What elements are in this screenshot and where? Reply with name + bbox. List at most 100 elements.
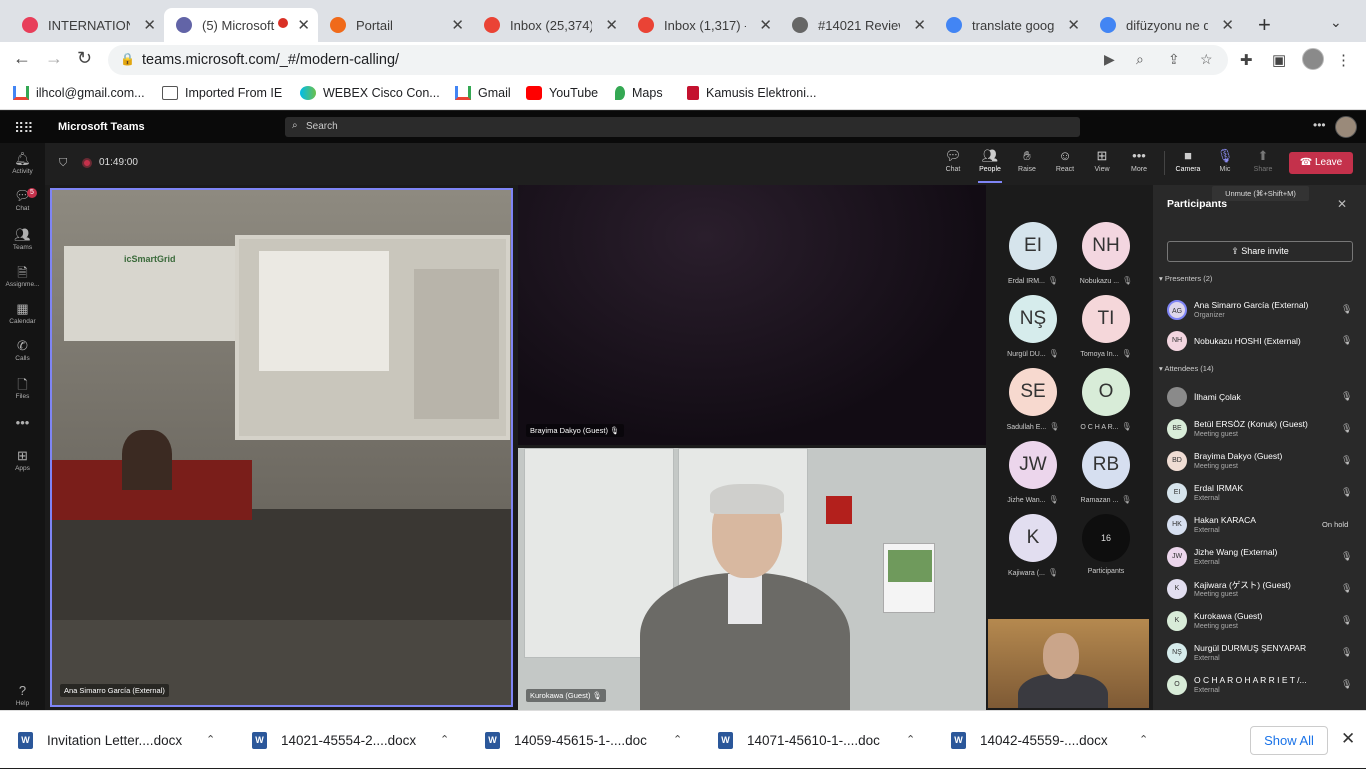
browser-menu-icon[interactable]: ⋮ <box>1336 51 1351 69</box>
address-bar[interactable]: 🔒 teams.microsoft.com/_#/modern-calling/… <box>108 45 1228 75</box>
lock-icon[interactable]: 🔒 <box>120 52 135 66</box>
attendees-section-toggle[interactable]: ▾ Attendees (14) <box>1159 364 1214 373</box>
browser-tab[interactable]: Inbox (1,317) - ✕ <box>626 8 780 42</box>
rail-item-more[interactable]: ••• <box>0 415 45 430</box>
close-icon[interactable]: ✕ <box>1341 729 1355 749</box>
chat-button[interactable]: 💬︎ Chat <box>935 148 971 173</box>
chevron-up-icon[interactable]: ⌃ <box>1139 733 1148 746</box>
participant-row[interactable]: K Kajiwara (ゲスト) (Guest) Meeting guest 🎙︎ <box>1167 576 1357 606</box>
participant-row[interactable]: O O C H A R O H A R R I E T /... External 🎙… <box>1167 672 1357 702</box>
participant-row[interactable]: NH Nobukazu HOSHI (External) 🎙︎ <box>1167 328 1357 358</box>
share-invite-button[interactable]: ⇪ Share invite <box>1167 241 1353 262</box>
url-text[interactable]: teams.microsoft.com/_#/modern-calling/ <box>142 52 399 68</box>
settings-more-icon[interactable]: ••• <box>1313 118 1326 132</box>
participant-tile[interactable]: NH Nobukazu ... 🎙︎ <box>1076 222 1136 285</box>
participant-row[interactable]: JW Jizhe Wang (External) External 🎙︎ <box>1167 544 1357 574</box>
presenters-section-toggle[interactable]: ▾ Presenters (2) <box>1159 274 1212 283</box>
browser-tab[interactable]: translate google ✕ <box>934 8 1088 42</box>
participant-row[interactable]: NŞ Nurgül DURMUŞ ŞENYAPAR External 🎙︎ <box>1167 640 1357 670</box>
leave-button[interactable]: ☎ Leave <box>1289 152 1353 174</box>
participant-row[interactable]: İlhami Çolak 🎙︎ <box>1167 384 1357 414</box>
close-tab-icon[interactable]: ✕ <box>605 16 618 34</box>
self-view[interactable] <box>988 619 1149 708</box>
close-tab-icon[interactable]: ✕ <box>451 16 464 34</box>
share-icon[interactable]: ⇪ <box>1168 51 1180 68</box>
rail-item-assignments[interactable]: 🗎 Assignme... <box>0 264 45 288</box>
camera-button[interactable]: ■ Camera <box>1170 148 1206 173</box>
share-button[interactable]: ⬆ Share <box>1245 148 1281 173</box>
participant-tile[interactable]: TI Tomoya In... 🎙︎ <box>1076 295 1136 358</box>
participant-row[interactable]: AG Ana Simarro García (External) Organizer… <box>1167 297 1357 327</box>
rail-item-phone[interactable]: ✆ Calls <box>0 338 45 362</box>
new-tab-button[interactable]: + <box>1258 12 1271 38</box>
participant-row[interactable]: HK Hakan KARACA External On hold <box>1167 512 1357 542</box>
reload-icon[interactable]: ↻ <box>77 48 92 69</box>
participant-tile[interactable]: O O C H A R... 🎙︎ <box>1076 368 1136 431</box>
back-arrow-icon[interactable]: ← <box>13 48 31 69</box>
close-tab-icon[interactable]: ✕ <box>1221 16 1234 34</box>
people-button[interactable]: 👥︎ People <box>972 148 1008 183</box>
download-item[interactable]: W Invitation Letter....docx ⌃ <box>18 711 243 769</box>
rail-item-teams[interactable]: 👥︎ Teams <box>0 227 45 251</box>
view-button[interactable]: ⊞ View <box>1084 148 1120 173</box>
react-button[interactable]: ☺ React <box>1047 148 1083 173</box>
download-item[interactable]: W 14059-45615-1-....doc ⌃ <box>485 711 710 769</box>
close-tab-icon[interactable]: ✕ <box>913 16 926 34</box>
browser-tab[interactable]: Inbox (25,374) ✕ <box>472 8 626 42</box>
rail-item-calendar[interactable]: ▦ Calendar <box>0 301 45 325</box>
participant-row[interactable]: BE Betül ERSÖZ (Konuk) (Guest) Meeting gue… <box>1167 416 1357 446</box>
profile-avatar[interactable] <box>1302 48 1324 70</box>
bookmark-webex[interactable]: WEBEX Cisco Con... <box>300 86 440 100</box>
participant-count[interactable]: 16 Participants <box>1076 514 1136 575</box>
forward-arrow-icon[interactable]: → <box>45 48 63 69</box>
chevron-up-icon[interactable]: ⌃ <box>673 733 682 746</box>
bookmark-youtube[interactable]: YouTube <box>526 86 598 100</box>
bookmark-imported-from-ie[interactable]: Imported From IE <box>162 86 282 100</box>
sidepanel-icon[interactable]: ▣ <box>1272 51 1286 69</box>
close-tab-icon[interactable]: ✕ <box>143 16 156 34</box>
rail-item-bell[interactable]: 🔔︎ Activity <box>0 151 45 175</box>
browser-tab[interactable]: INTERNATIONAL ✕ <box>10 8 164 42</box>
rail-item-apps[interactable]: ⊞ Apps <box>0 448 45 472</box>
video-tile-main[interactable]: icSmartGrid Ana Simarro García (External… <box>50 188 513 707</box>
participant-tile[interactable]: NŞ Nurgül DU... 🎙︎ <box>1003 295 1063 358</box>
bookmark-gmail[interactable]: Gmail <box>455 86 511 100</box>
extensions-icon[interactable]: ✚ <box>1240 51 1253 69</box>
chevron-up-icon[interactable]: ⌃ <box>206 733 215 746</box>
user-avatar[interactable] <box>1335 116 1357 138</box>
browser-tab[interactable]: #14021 Review ✕ <box>780 8 934 42</box>
browser-tab[interactable]: difüzyonu ne de ✕ <box>1088 8 1242 42</box>
rail-item-help[interactable]: ? Help <box>0 683 45 707</box>
zoom-icon[interactable]: ⌕ <box>1136 51 1144 68</box>
bookmark-maps[interactable]: Maps <box>615 86 663 100</box>
browser-tab[interactable]: Portail ✕ <box>318 8 472 42</box>
search-input[interactable]: ⌕ Search <box>285 117 1080 137</box>
bookmark-gmail-account[interactable]: ilhcol@gmail.com... <box>13 86 145 100</box>
raise-hand-button[interactable]: ✋︎ Raise <box>1009 148 1045 173</box>
download-item[interactable]: W 14042-45559-....docx ⌃ <box>951 711 1176 769</box>
participant-tile[interactable]: K Kajiwara (... 🎙︎ <box>1003 514 1063 577</box>
chevron-up-icon[interactable]: ⌃ <box>906 733 915 746</box>
bookmark-star-icon[interactable]: ☆ <box>1200 51 1213 68</box>
chevron-up-icon[interactable]: ⌃ <box>440 733 449 746</box>
close-tab-icon[interactable]: ✕ <box>297 16 310 34</box>
camera-blocked-icon[interactable]: ▶ <box>1104 51 1115 68</box>
close-tab-icon[interactable]: ✕ <box>759 16 772 34</box>
participant-row[interactable]: EI Erdal IRMAK External 🎙︎ <box>1167 480 1357 510</box>
close-icon[interactable]: ✕ <box>1337 197 1347 211</box>
browser-tab[interactable]: (5) Microsoft ✕ <box>164 8 318 42</box>
download-item[interactable]: W 14021-45554-2....docx ⌃ <box>252 711 477 769</box>
participant-tile[interactable]: SE Sadullah E... 🎙︎ <box>1003 368 1063 431</box>
video-tile-top-right[interactable]: Brayima Dakyo (Guest) 🎙︎ <box>518 185 986 445</box>
rail-item-file[interactable]: 🗋 Files <box>0 376 45 400</box>
mic-button[interactable]: 🎙︎ Mic <box>1207 148 1243 173</box>
participant-row[interactable]: K Kurokawa (Guest) Meeting guest 🎙︎ <box>1167 608 1357 638</box>
video-tile-bottom-right[interactable]: Kurokawa (Guest) 🎙︎ <box>518 448 986 710</box>
bookmark-kamusis[interactable]: Kamusis Elektroni... <box>687 86 816 100</box>
participant-tile[interactable]: EI Erdal IRM... 🎙︎ <box>1003 222 1063 285</box>
participant-tile[interactable]: RB Ramazan ... 🎙︎ <box>1076 441 1136 504</box>
show-all-button[interactable]: Show All <box>1250 726 1328 755</box>
rail-item-chat[interactable]: 💬︎ Chat 5 <box>0 188 45 212</box>
app-launcher-icon[interactable]: ⠿⠿ <box>14 120 33 137</box>
download-item[interactable]: W 14071-45610-1-....doc ⌃ <box>718 711 943 769</box>
